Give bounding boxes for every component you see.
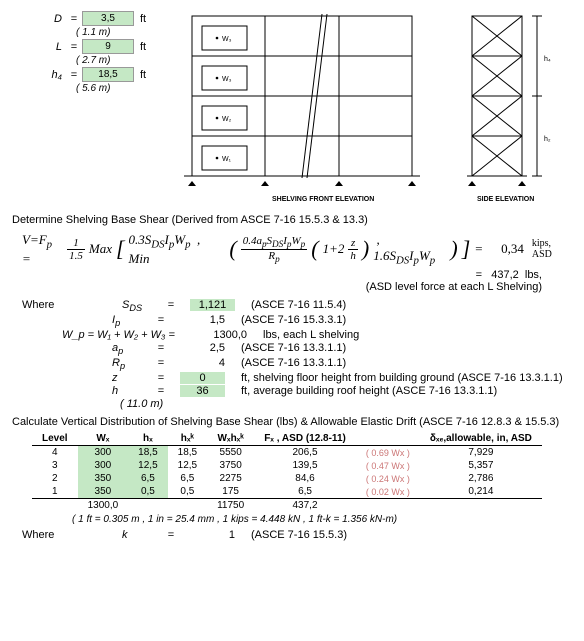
where-label: Where [12,299,72,313]
section-base-shear: Determine Shelving Base Shear (Derived f… [12,214,572,226]
param-h-v: 36 [180,385,225,397]
input-D-sub: ( 1.1 m) [12,27,152,38]
param-k-l: k [72,529,162,541]
table-row: 13500,50,51756,5( 0.02 Wx )0,214 [32,485,542,499]
param-SDS-v: 1,121 [190,299,235,311]
param-k-v: 1 [180,529,243,541]
param-Wp-v: 1300,0 [192,329,255,341]
svg-text:h₂: h₂ [544,136,551,143]
base-shear-formula: V=Fp = 11.5 Max[ 0.3SDSIpWp , Min( 0.4ap… [22,232,572,267]
input-h4-label: h₄ [12,69,66,81]
table-row: 330012,512,53750139,5( 0.47 Wx )5,357 [32,459,542,472]
result-eq: = [476,269,482,281]
unit: ft [134,13,146,25]
input-h4-value[interactable]: 18,5 [82,67,134,82]
param-h-l: h [62,385,152,397]
tot-wx: 1300,0 [78,499,129,513]
svg-text:W₃: W₃ [222,36,232,43]
param-h-sub: ( 11.0 m) [120,398,163,410]
param-SDS-l: SDS [72,299,162,313]
svg-text:SIDE ELEVATION: SIDE ELEVATION [477,196,534,203]
svg-text:h₄: h₄ [544,56,551,63]
unit-note: ( 1 ft = 0.305 m , 1 in = 25.4 mm , 1 ki… [12,514,572,525]
param-ap-v: 2,5 [170,342,233,356]
table-row: 23506,56,5227584,6( 0.24 Wx )2,786 [32,472,542,485]
svg-text:W₂: W₂ [222,116,232,123]
shelving-diagram: W₃ W₃ W₂ W₁ SHELVING FRONT ELEVATION h₄ h… [172,6,572,206]
table-row: 430018,518,55550206,5( 0.69 Wx )7,929 [32,446,542,460]
param-Rp-l: Rp [62,357,152,371]
input-D-value[interactable]: 3,5 [82,11,134,26]
param-z-v: 0 [180,372,225,384]
param-Ip-v: 1,5 [170,314,233,328]
section-distribution: Calculate Vertical Distribution of Shelv… [12,416,572,428]
result-V: 0,34 [487,241,524,257]
result-lbs: 437,2 [491,269,519,281]
param-Wp-l: W_p = W₁ + W₂ + W₃ = [62,329,192,341]
input-L-sub: ( 2.7 m) [12,55,152,66]
svg-text:W₃: W₃ [222,76,232,83]
input-D-label: D [12,13,66,25]
input-L-value[interactable]: 9 [82,39,134,54]
distribution-table: LevelWₓhₓhₓᵏWₓhₓᵏFₓ , ASD (12.8-11)δₓₑ,a… [32,432,542,512]
tot-wh: 11750 [207,499,254,513]
svg-text:SHELVING FRONT ELEVATION: SHELVING FRONT ELEVATION [272,196,374,203]
svg-text:W₁: W₁ [222,156,232,163]
param-ap-l: ap [62,342,152,356]
param-Ip-l: Ip [62,314,152,328]
param-Rp-v: 4 [170,357,233,371]
eq: = [66,13,82,25]
tot-fx: 437,2 [254,499,356,513]
where2-label: Where [12,529,72,541]
input-L-label: L [12,41,66,53]
param-z-l: z [62,372,152,384]
input-h4-sub: ( 5.6 m) [12,83,152,94]
